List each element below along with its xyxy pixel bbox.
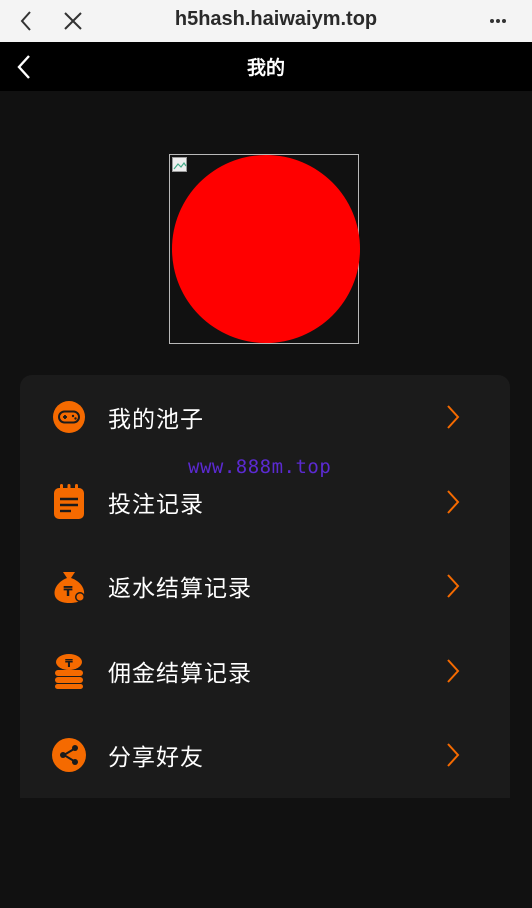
- browser-back-button[interactable]: [6, 0, 46, 42]
- more-dots-icon: [490, 19, 506, 23]
- menu-card: 我的池子 投注记录 ₸ 返水结算记录 ₸ 佣金结算记录 分享好友: [20, 375, 510, 798]
- chevron-right-icon: [443, 740, 463, 770]
- app-header: 我的: [0, 42, 532, 91]
- menu-item-label: 我的池子: [108, 407, 204, 433]
- menu-item-share-friends[interactable]: 分享好友: [20, 713, 510, 797]
- notepad-icon: [51, 484, 87, 520]
- chevron-right-icon: [443, 487, 463, 517]
- menu-item-label: 分享好友: [108, 745, 204, 771]
- browser-url[interactable]: h5hash.haiwaiym.top: [100, 0, 452, 38]
- menu-item-label: 返水结算记录: [108, 576, 252, 602]
- svg-text:₸: ₸: [65, 657, 73, 670]
- chevron-left-icon: [17, 54, 30, 79]
- svg-text:₸: ₸: [63, 585, 72, 600]
- menu-item-label: 投注记录: [108, 492, 204, 518]
- chevron-right-icon: [443, 571, 463, 601]
- menu-item-rebate-records[interactable]: ₸ 返水结算记录: [20, 544, 510, 628]
- gamepad-icon: [51, 399, 87, 435]
- page-title: 我的: [246, 57, 285, 79]
- browser-toolbar: h5hash.haiwaiym.top: [0, 0, 532, 42]
- watermark: www.888m.top: [188, 456, 332, 478]
- menu-item-label: 佣金结算记录: [108, 661, 252, 687]
- avatar[interactable]: [169, 154, 360, 344]
- broken-image-icon: [172, 157, 187, 172]
- browser-close-button[interactable]: [53, 0, 93, 42]
- coin-stack-icon: ₸: [51, 653, 87, 689]
- menu-item-my-pool[interactable]: 我的池子: [20, 375, 510, 459]
- chevron-right-icon: [443, 656, 463, 686]
- share-icon: [51, 737, 87, 773]
- browser-more-button[interactable]: [478, 0, 518, 42]
- back-button[interactable]: [6, 42, 42, 91]
- money-bag-icon: ₸: [51, 568, 87, 604]
- close-icon: [64, 12, 82, 30]
- menu-item-commission-records[interactable]: ₸ 佣金结算记录: [20, 629, 510, 713]
- avatar-circle: [172, 155, 360, 343]
- chevron-right-icon: [443, 402, 463, 432]
- chevron-left-icon: [20, 11, 31, 31]
